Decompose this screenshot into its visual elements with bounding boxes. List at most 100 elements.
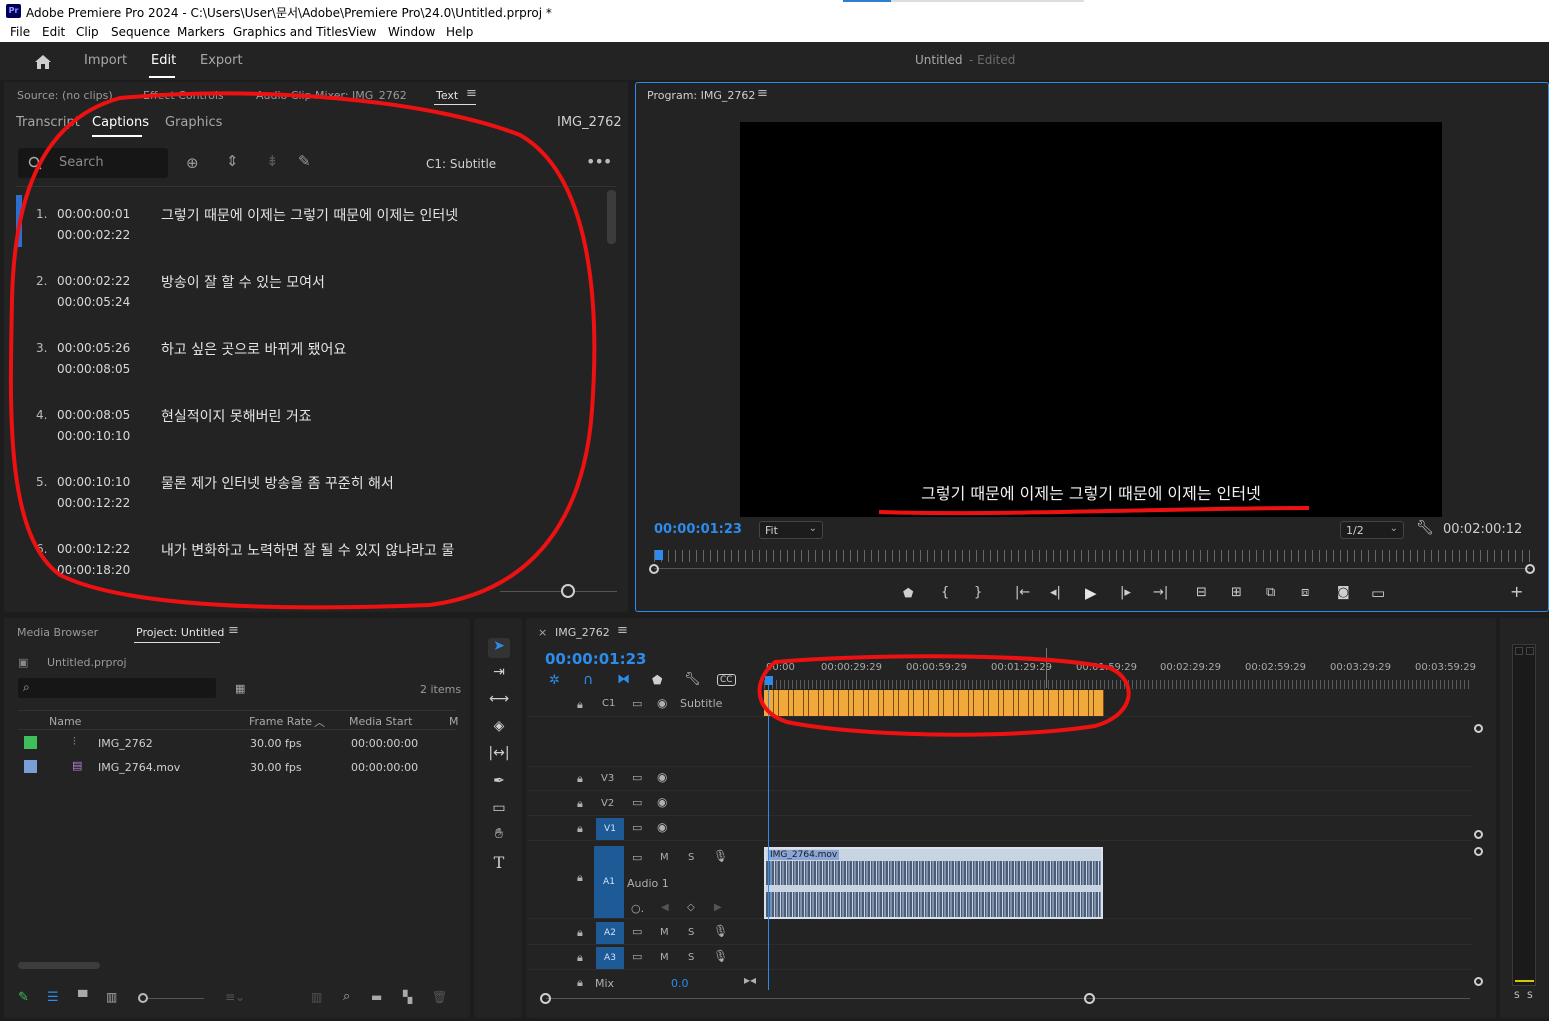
nest-icon[interactable]: ✲ xyxy=(549,673,560,688)
insert-icon[interactable]: ⧉ xyxy=(1266,585,1275,600)
lock-icon[interactable]: 🔒︎ xyxy=(577,797,583,811)
solo-button[interactable]: S xyxy=(688,852,694,863)
mute-button[interactable]: M xyxy=(660,927,669,938)
home-icon[interactable] xyxy=(34,54,52,70)
vscroll-handle[interactable] xyxy=(1474,847,1483,856)
timeline-current-time[interactable]: 00:00:01:23 xyxy=(545,650,647,668)
video-preview[interactable]: 그렇기 때문에 이제는 그렇기 때문에 이제는 인터넷 xyxy=(740,122,1442,517)
label-color-swatch[interactable] xyxy=(24,760,37,773)
go-to-end-icon[interactable]: ▸◂ xyxy=(744,973,756,987)
ripple-edit-tool-icon[interactable]: ⟷ xyxy=(488,691,510,711)
menu-graphics-and-titles[interactable]: Graphics and Titles xyxy=(233,25,348,39)
panel-menu-icon[interactable]: ≡ xyxy=(617,623,628,638)
column-frame-rate[interactable]: Frame Rate xyxy=(249,715,312,728)
slip-tool-icon[interactable]: |↔| xyxy=(488,745,510,765)
program-current-time[interactable]: 00:00:01:23 xyxy=(654,522,742,537)
eye-icon[interactable]: ◉ xyxy=(657,795,667,809)
zoom-handle-left[interactable] xyxy=(649,564,659,574)
volume-knob-icon[interactable]: ○. xyxy=(631,902,644,915)
toggle-output-icon[interactable]: ▭ xyxy=(632,697,642,710)
timeline-horizontal-scroll[interactable] xyxy=(546,998,1470,999)
column-more[interactable]: M xyxy=(449,715,459,728)
lift-icon[interactable]: ⊟ xyxy=(1196,585,1207,600)
vscroll-handle[interactable] xyxy=(1474,830,1483,839)
track-v1[interactable]: 🔒︎ V1 ▭ ◉ xyxy=(528,817,1472,841)
mute-button[interactable]: M xyxy=(660,852,669,863)
vscroll-handle[interactable] xyxy=(1474,724,1483,733)
item-name[interactable]: IMG_2764.mov xyxy=(98,761,180,774)
panel-menu-icon[interactable]: ≡ xyxy=(757,86,768,101)
rectangle-tool-icon[interactable]: ▭ xyxy=(488,800,510,820)
menu-help[interactable]: Help xyxy=(446,25,473,39)
track-select-tool-icon[interactable]: ⇥ xyxy=(488,664,510,684)
tab-export[interactable]: Export xyxy=(200,53,243,68)
add-button-icon[interactable]: + xyxy=(1510,582,1523,601)
column-media-start[interactable]: Media Start xyxy=(349,715,412,728)
pencil-icon[interactable]: ✎ xyxy=(18,990,29,1005)
prev-keyframe-icon[interactable]: ◀ xyxy=(661,902,669,913)
solo-button[interactable]: S xyxy=(688,952,694,963)
extract-icon[interactable]: ⊞ xyxy=(1231,585,1242,600)
toggle-output-icon[interactable]: ▭ xyxy=(632,950,642,963)
sort-icon[interactable]: ≡⌄ xyxy=(225,990,245,1004)
lock-icon[interactable]: 🔒︎ xyxy=(577,926,583,940)
track-label[interactable]: A2 xyxy=(596,922,624,944)
trash-icon[interactable]: 🗑︎ xyxy=(432,990,447,1004)
menu-sequence[interactable]: Sequence xyxy=(111,25,170,39)
menu-window[interactable]: Window xyxy=(388,25,435,39)
step-forward-icon[interactable]: |▸ xyxy=(1120,585,1131,600)
fit-dropdown[interactable]: Fit ⌄ xyxy=(759,521,823,539)
find-icon[interactable]: ⌕ xyxy=(343,989,350,1004)
lock-icon[interactable]: 🔒︎ xyxy=(577,951,583,965)
toggle-output-icon[interactable]: ▭ xyxy=(632,851,642,864)
track-a3[interactable]: 🔒︎ A3 ▭ M S 🎙︎ xyxy=(528,946,1472,970)
razor-tool-icon[interactable]: ◈ xyxy=(488,718,510,738)
microphone-icon[interactable]: 🎙︎ xyxy=(713,949,728,963)
toggle-output-icon[interactable]: ▭ xyxy=(632,771,642,784)
camera-icon[interactable]: ◙ xyxy=(1337,585,1350,600)
wrench-icon[interactable]: 🔧︎ xyxy=(684,672,701,687)
tab-import[interactable]: Import xyxy=(84,53,127,68)
program-time-ruler[interactable] xyxy=(654,550,1530,562)
menu-view[interactable]: View xyxy=(348,25,376,39)
captions-icon[interactable]: CC xyxy=(717,674,736,686)
hand-tool-icon[interactable]: ✋︎ xyxy=(488,826,510,846)
tab-media-browser[interactable]: Media Browser xyxy=(17,626,98,639)
mark-out-icon[interactable]: } xyxy=(974,585,982,600)
go-to-in-icon[interactable]: |← xyxy=(1015,585,1030,600)
selection-tool-icon[interactable]: ➤ xyxy=(488,638,510,658)
type-tool-icon[interactable]: T xyxy=(488,853,510,873)
lock-icon[interactable]: 🔒︎ xyxy=(577,772,583,786)
toggle-output-icon[interactable]: ▭ xyxy=(632,821,642,834)
audio-clip[interactable]: IMG_2764.mov xyxy=(764,847,1103,919)
microphone-icon[interactable]: 🎙︎ xyxy=(713,849,728,863)
thumb-size-slider-handle[interactable] xyxy=(138,993,148,1003)
new-bin-icon[interactable]: ▬ xyxy=(371,990,382,1004)
close-icon[interactable]: × xyxy=(538,626,547,639)
solo-button[interactable]: S xyxy=(688,927,694,938)
microphone-icon[interactable]: 🎙︎ xyxy=(713,924,728,938)
solo-right-button[interactable]: S xyxy=(1527,991,1533,1001)
automate-icon[interactable]: ▥ xyxy=(311,990,322,1004)
track-label[interactable]: A3 xyxy=(596,947,624,969)
project-scrollbar[interactable] xyxy=(18,962,100,969)
play-icon[interactable]: ▶ xyxy=(1085,584,1097,602)
mix-value[interactable]: 0.0 xyxy=(671,977,689,990)
eye-icon[interactable]: ◉ xyxy=(657,696,667,710)
zoom-handle-right[interactable] xyxy=(1525,564,1535,574)
menu-markers[interactable]: Markers xyxy=(177,25,225,39)
vscroll-handle[interactable] xyxy=(1474,977,1483,986)
resolution-dropdown[interactable]: 1/2 ⌄ xyxy=(1340,521,1404,539)
track-v3[interactable]: 🔒︎ V3 ▭ ◉ xyxy=(528,767,1472,791)
scroll-handle-right[interactable] xyxy=(1084,993,1095,1004)
snap-icon[interactable]: ∩ xyxy=(583,672,593,688)
program-playhead[interactable] xyxy=(655,550,663,560)
eye-icon[interactable]: ◉ xyxy=(657,820,667,834)
overwrite-icon[interactable]: ⧈ xyxy=(1301,585,1309,600)
toggle-output-icon[interactable]: ▭ xyxy=(632,925,642,938)
toggle-output-icon[interactable]: ▭ xyxy=(632,796,642,809)
label-color-swatch[interactable] xyxy=(24,736,37,749)
scroll-handle-left[interactable] xyxy=(540,993,551,1004)
list-view-icon[interactable]: ☰ xyxy=(47,990,59,1005)
next-keyframe-icon[interactable]: ▶ xyxy=(714,902,722,913)
